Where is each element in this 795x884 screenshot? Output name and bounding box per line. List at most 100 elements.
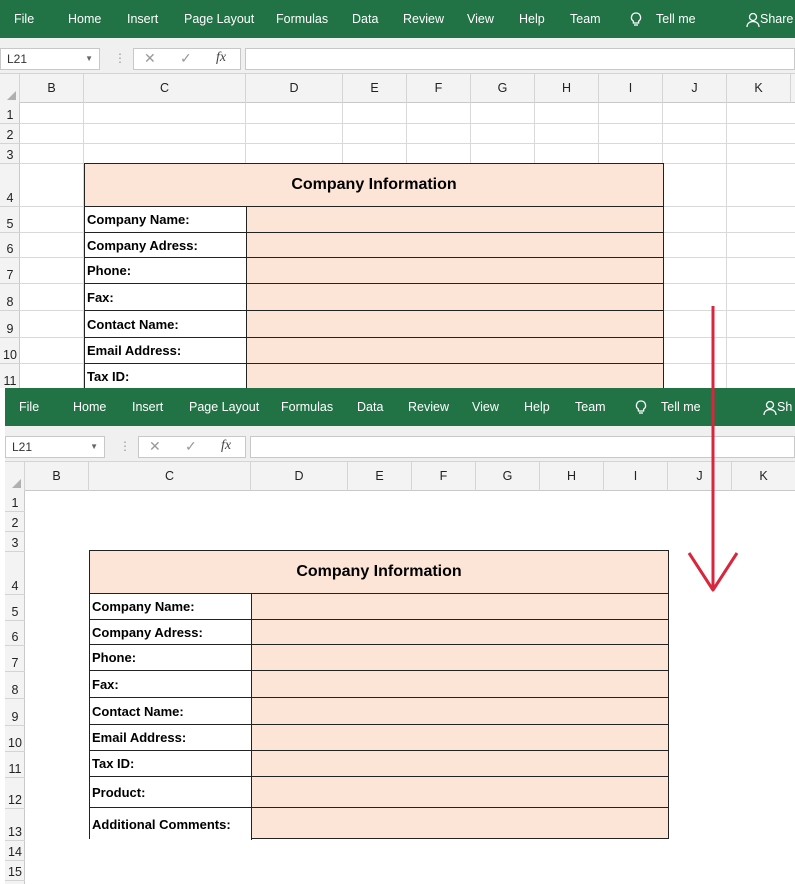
- tab-home[interactable]: Home: [68, 0, 101, 38]
- tab-team[interactable]: Team: [570, 0, 601, 38]
- tab-team[interactable]: Team: [575, 388, 606, 426]
- tab-data[interactable]: Data: [357, 388, 383, 426]
- row-header[interactable]: 9: [5, 699, 25, 726]
- tab-page-layout[interactable]: Page Layout: [184, 0, 254, 38]
- column-header-i[interactable]: I: [604, 462, 668, 491]
- column-header-c[interactable]: C: [89, 462, 251, 491]
- table-row[interactable]: Additional Comments:: [90, 808, 668, 840]
- row-header[interactable]: 1: [5, 491, 25, 512]
- table-row[interactable]: Company Name:: [85, 207, 663, 233]
- column-header-f[interactable]: F: [407, 74, 471, 103]
- tab-review[interactable]: Review: [408, 388, 449, 426]
- tab-file[interactable]: File: [19, 388, 39, 426]
- table-row[interactable]: Phone:: [90, 645, 668, 671]
- tab-home[interactable]: Home: [73, 388, 106, 426]
- column-header-j[interactable]: J: [663, 74, 727, 103]
- table-row[interactable]: Tax ID:: [90, 751, 668, 777]
- fx-icon[interactable]: fx: [221, 438, 231, 454]
- table-row[interactable]: Phone:: [85, 258, 663, 284]
- row-header[interactable]: 2: [0, 124, 20, 144]
- column-header-i[interactable]: I: [599, 74, 663, 103]
- table-title[interactable]: Company Information: [90, 551, 668, 594]
- tab-view[interactable]: View: [472, 388, 499, 426]
- chevron-down-icon[interactable]: ▼: [85, 49, 93, 69]
- column-header-k[interactable]: K: [727, 74, 791, 103]
- share-button[interactable]: Sh: [763, 388, 792, 426]
- column-header-f[interactable]: F: [412, 462, 476, 491]
- table-row[interactable]: Contact Name:: [85, 311, 663, 338]
- column-header-g[interactable]: G: [471, 74, 535, 103]
- tell-me-search[interactable]: Tell me: [656, 0, 696, 38]
- tab-page-layout[interactable]: Page Layout: [189, 388, 259, 426]
- enter-icon[interactable]: ✓: [180, 50, 192, 67]
- row-header[interactable]: 5: [5, 595, 25, 621]
- chevron-down-icon[interactable]: ▼: [90, 437, 98, 457]
- enter-icon[interactable]: ✓: [185, 438, 197, 455]
- row-header[interactable]: 3: [0, 144, 20, 164]
- table-row[interactable]: Email Address:: [85, 338, 663, 364]
- column-header-e[interactable]: E: [348, 462, 412, 491]
- table-row[interactable]: Company Adress:: [90, 620, 668, 645]
- row-header[interactable]: 10: [0, 338, 20, 364]
- row-header[interactable]: 4: [0, 164, 20, 207]
- tab-data[interactable]: Data: [352, 0, 378, 38]
- table-row[interactable]: Company Adress:: [85, 233, 663, 258]
- tab-file[interactable]: File: [14, 0, 34, 38]
- row-header[interactable]: 1: [0, 103, 20, 124]
- row-header[interactable]: 14: [5, 841, 25, 861]
- select-all-button[interactable]: [5, 462, 25, 491]
- row-header[interactable]: 4: [5, 552, 25, 595]
- formula-buttons: ✕ ✓ fx: [138, 436, 246, 458]
- row-header[interactable]: 3: [5, 532, 25, 552]
- table-row[interactable]: Contact Name:: [90, 698, 668, 725]
- tab-help[interactable]: Help: [524, 388, 550, 426]
- row-header[interactable]: 9: [0, 311, 20, 338]
- row-header[interactable]: 7: [5, 646, 25, 672]
- name-box[interactable]: L21 ▼: [0, 48, 100, 70]
- table-row[interactable]: Tax ID:: [85, 364, 663, 388]
- row-header[interactable]: 8: [0, 284, 20, 311]
- tab-formulas[interactable]: Formulas: [281, 388, 333, 426]
- row-header[interactable]: 13: [5, 809, 25, 841]
- row-header[interactable]: 7: [0, 258, 20, 284]
- table-title[interactable]: Company Information: [85, 164, 663, 207]
- share-button[interactable]: Share: [746, 0, 793, 38]
- row-header[interactable]: 11: [0, 364, 20, 388]
- table-row[interactable]: Email Address:: [90, 725, 668, 751]
- column-header-h[interactable]: H: [540, 462, 604, 491]
- tab-review[interactable]: Review: [403, 0, 444, 38]
- column-header-e[interactable]: E: [343, 74, 407, 103]
- column-header-h[interactable]: H: [535, 74, 599, 103]
- row-header[interactable]: 2: [5, 512, 25, 532]
- tab-insert[interactable]: Insert: [127, 0, 158, 38]
- table-row[interactable]: Company Name:: [90, 594, 668, 620]
- table-row[interactable]: Fax:: [85, 284, 663, 311]
- select-all-button[interactable]: [0, 74, 20, 103]
- column-header-b[interactable]: B: [25, 462, 89, 491]
- column-header-d[interactable]: D: [251, 462, 348, 491]
- formula-input[interactable]: [245, 48, 795, 70]
- table-row[interactable]: Fax:: [90, 671, 668, 698]
- column-header-c[interactable]: C: [84, 74, 246, 103]
- column-header-g[interactable]: G: [476, 462, 540, 491]
- row-header[interactable]: 6: [0, 233, 20, 258]
- row-header[interactable]: 8: [5, 672, 25, 699]
- table-row[interactable]: Product:: [90, 777, 668, 808]
- tab-insert[interactable]: Insert: [132, 388, 163, 426]
- tab-help[interactable]: Help: [519, 0, 545, 38]
- row-header[interactable]: 12: [5, 778, 25, 809]
- tab-view[interactable]: View: [467, 0, 494, 38]
- row-header[interactable]: 15: [5, 861, 25, 881]
- cancel-icon[interactable]: ✕: [149, 438, 161, 455]
- row-header[interactable]: 5: [0, 207, 20, 233]
- name-box[interactable]: L21 ▼: [5, 436, 105, 458]
- tab-formulas[interactable]: Formulas: [276, 0, 328, 38]
- cancel-icon[interactable]: ✕: [144, 50, 156, 67]
- row-header[interactable]: 10: [5, 726, 25, 752]
- row-label: Email Address:: [85, 338, 247, 363]
- fx-icon[interactable]: fx: [216, 50, 226, 66]
- row-header[interactable]: 11: [5, 752, 25, 778]
- column-header-d[interactable]: D: [246, 74, 343, 103]
- row-header[interactable]: 6: [5, 621, 25, 646]
- column-header-b[interactable]: B: [20, 74, 84, 103]
